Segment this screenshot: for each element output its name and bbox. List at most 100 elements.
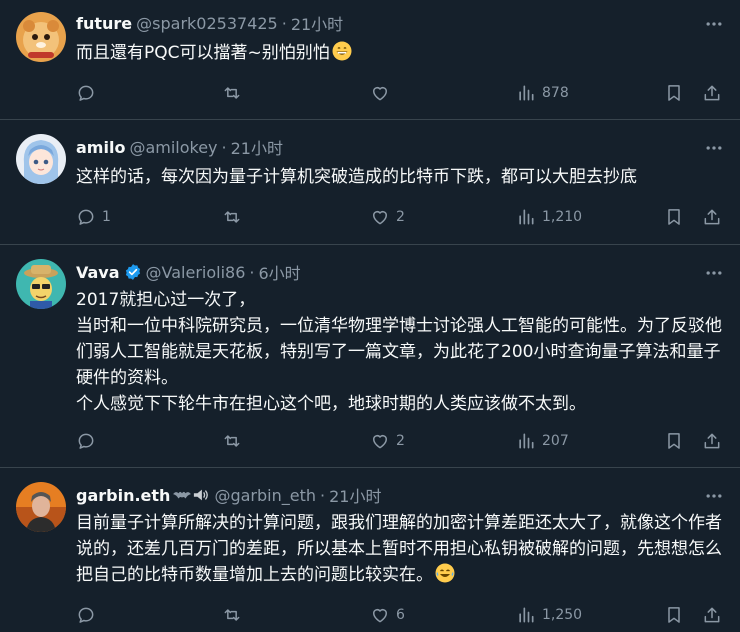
like-button[interactable]: 2 [370, 429, 405, 453]
retweet-button[interactable] [222, 81, 248, 105]
views-button[interactable]: 1,210 [516, 205, 582, 229]
avatar-anime-image [16, 134, 66, 184]
retweet-icon [224, 609, 240, 621]
share-button[interactable] [702, 205, 722, 229]
reply-count: 1 [102, 209, 111, 225]
share-icon [704, 433, 720, 449]
like-button[interactable]: 2 [370, 205, 405, 229]
views-icon [519, 607, 534, 623]
avatar[interactable] [16, 259, 66, 309]
tweet-header: garbin.eth @garbin_eth · 21小时 [76, 483, 381, 507]
views-icon [519, 433, 534, 449]
avatar[interactable] [16, 482, 66, 532]
action-bar: 2 207 [76, 429, 726, 453]
heart-icon [373, 609, 387, 623]
share-icon [704, 209, 720, 225]
retweet-icon [224, 87, 240, 99]
reply-button[interactable]: 1 [76, 205, 111, 229]
bookmark-button[interactable] [664, 429, 684, 453]
tweet-item[interactable]: future @spark02537425 · 21小时 而且還有PQC可以擋著… [0, 0, 740, 120]
separator-dot: · [319, 485, 326, 505]
timestamp[interactable]: 6小时 [258, 260, 300, 284]
action-bar: 1 2 1,210 [76, 205, 726, 229]
heart-icon [373, 87, 387, 101]
bookmark-icon [668, 433, 680, 449]
views-button[interactable]: 878 [516, 81, 569, 105]
avatar-hamster-image [16, 12, 66, 62]
speaker-emoji-icon [194, 489, 209, 501]
like-count: 2 [396, 433, 405, 449]
reply-icon [78, 433, 94, 449]
share-button[interactable] [702, 603, 722, 627]
tweet-header: future @spark02537425 · 21小时 [76, 11, 343, 35]
reply-button[interactable] [76, 429, 102, 453]
reply-icon [78, 209, 94, 225]
grinning-emoji-icon [332, 41, 352, 61]
tweet-header: Vava @Valerioli86 · 6小时 [76, 260, 301, 284]
views-count: 1,250 [542, 607, 583, 623]
more-icon[interactable] [704, 263, 724, 283]
views-count: 1,210 [542, 209, 583, 225]
more-icon[interactable] [704, 486, 724, 506]
tweet-item[interactable]: garbin.eth @garbin_eth · 21小时 目前量子计算所解决的… [0, 468, 740, 632]
views-count: 878 [542, 85, 569, 101]
display-name[interactable]: garbin.eth [76, 486, 170, 505]
avatar-portrait-image [16, 482, 66, 532]
reply-icon [78, 607, 94, 623]
action-bar: 6 1,250 [76, 603, 726, 627]
tweet-text: 2017就担心过一次了， 当时和一位中科院研究员，一位清华物理学博士讨论强人工智… [76, 290, 722, 414]
tweet-text: 而且還有PQC可以擋著~别怕别怕 [76, 40, 724, 66]
user-handle[interactable]: @spark02537425 [136, 14, 278, 33]
verified-badge-icon [124, 263, 142, 281]
user-handle[interactable]: @amilokey [129, 138, 217, 157]
bookmark-icon [668, 209, 680, 225]
tears-of-joy-emoji-icon [435, 563, 455, 583]
tweet-header: amilo @amilokey · 21小时 [76, 135, 283, 159]
reply-button[interactable] [76, 81, 102, 105]
timestamp[interactable]: 21小时 [329, 483, 381, 507]
bookmark-icon [668, 85, 680, 101]
retweet-button[interactable] [222, 603, 248, 627]
like-button[interactable] [370, 81, 396, 105]
tweet-text: 目前量子计算所解决的计算问题，跟我们理解的加密计算差距还太大了，就像这个作者说的… [76, 510, 724, 588]
user-handle[interactable]: @garbin_eth [214, 486, 316, 505]
display-name[interactable]: Vava [76, 263, 120, 282]
reply-button[interactable] [76, 603, 102, 627]
bookmark-icon [668, 607, 680, 623]
retweet-icon [224, 211, 240, 223]
views-count: 207 [542, 433, 569, 449]
retweet-button[interactable] [222, 205, 248, 229]
timestamp[interactable]: 21小时 [231, 135, 283, 159]
share-button[interactable] [702, 429, 722, 453]
separator-dot: · [281, 13, 287, 33]
more-icon[interactable] [704, 14, 724, 34]
separator-dot: · [221, 137, 227, 157]
views-icon [519, 85, 534, 101]
tweet-item[interactable]: amilo @amilokey · 21小时 这样的话，每次因为量子计算机突破造… [0, 120, 740, 245]
action-bar: 878 [76, 81, 726, 105]
timestamp[interactable]: 21小时 [291, 11, 343, 35]
views-icon [519, 209, 534, 225]
retweet-button[interactable] [222, 429, 248, 453]
display-name[interactable]: amilo [76, 138, 125, 157]
bookmark-button[interactable] [664, 603, 684, 627]
avatar[interactable] [16, 12, 66, 62]
tweet-item[interactable]: Vava @Valerioli86 · 6小时 2017就担心过一次了， 当时和… [0, 245, 740, 468]
tweet-text-content: 而且還有PQC可以擋著~别怕别怕 [76, 43, 330, 63]
share-icon [704, 607, 720, 623]
tweet-text: 这样的话，每次因为量子计算机突破造成的比特币下跌，都可以大胆去抄底 [76, 167, 637, 187]
retweet-icon [224, 435, 240, 447]
user-handle[interactable]: @Valerioli86 [146, 263, 246, 282]
bat-emoji-icon [173, 491, 192, 499]
name-emoji-badges [172, 487, 210, 503]
display-name[interactable]: future [76, 14, 132, 33]
like-button[interactable]: 6 [370, 603, 405, 627]
more-icon[interactable] [704, 138, 724, 158]
share-button[interactable] [702, 81, 722, 105]
bookmark-button[interactable] [664, 205, 684, 229]
views-button[interactable]: 207 [516, 429, 569, 453]
bookmark-button[interactable] [664, 81, 684, 105]
avatar[interactable] [16, 134, 66, 184]
views-button[interactable]: 1,250 [516, 603, 582, 627]
reply-feed: future @spark02537425 · 21小时 而且還有PQC可以擋著… [0, 0, 740, 632]
